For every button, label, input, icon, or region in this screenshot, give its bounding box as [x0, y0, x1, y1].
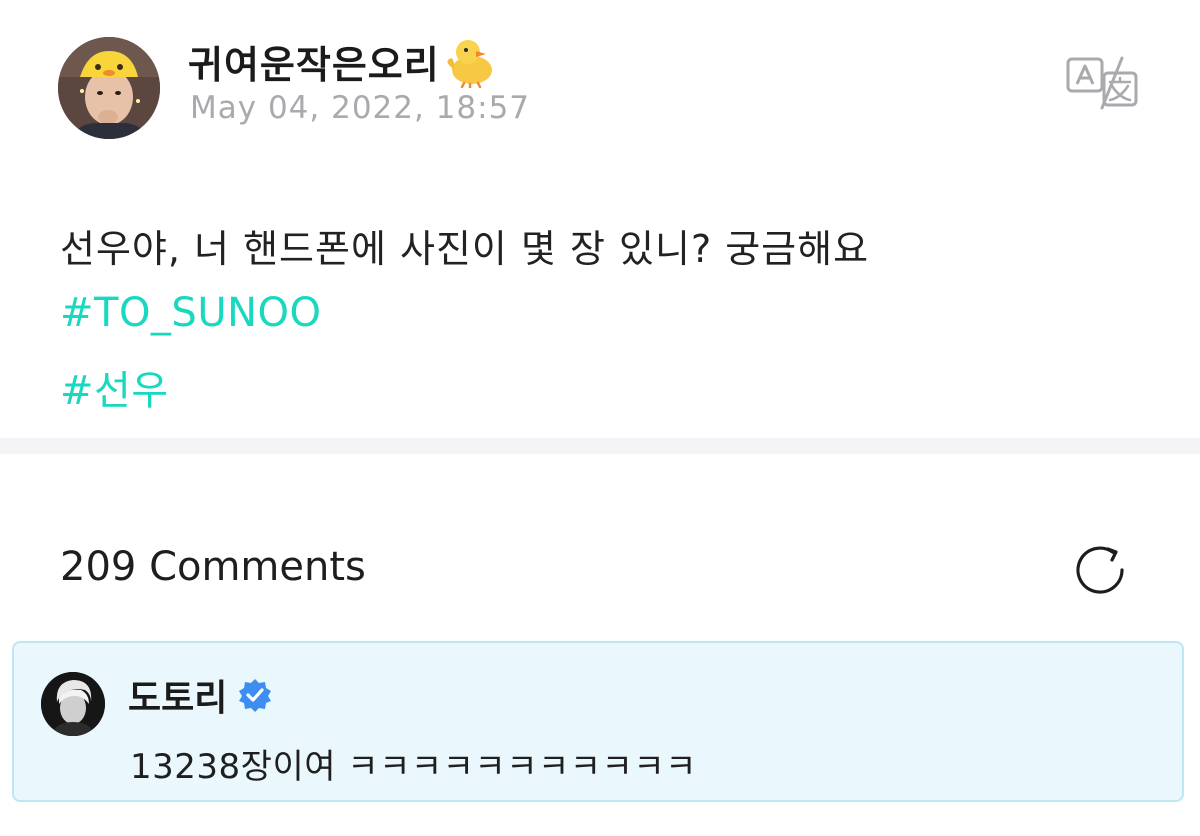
- refresh-icon: [1076, 546, 1124, 594]
- author-name[interactable]: 귀여운작은오리: [188, 34, 498, 89]
- comment-avatar[interactable]: [41, 672, 105, 736]
- translate-icon: [1066, 56, 1138, 110]
- comment-text: 13238장이여 ㅋㅋㅋㅋㅋㅋㅋㅋㅋㅋㅋ: [130, 747, 697, 787]
- hashtag-link[interactable]: #선우: [60, 358, 169, 416]
- author-name-text: 귀여운작은오리: [188, 43, 440, 87]
- section-divider: [0, 438, 1200, 454]
- baby-chick-icon: [442, 36, 498, 89]
- comment-author-text: 도토리: [128, 678, 228, 719]
- comments-count: 209 Comments: [60, 544, 366, 590]
- author-avatar[interactable]: [58, 37, 160, 139]
- refresh-button[interactable]: [1072, 540, 1132, 600]
- post-body-text: 선우야, 너 핸드폰에 사진이 몇 장 있니? 궁금해요: [60, 227, 870, 271]
- translate-button[interactable]: [1064, 56, 1140, 110]
- hashtag-link[interactable]: #TO_SUNOO: [60, 290, 322, 336]
- verified-badge-icon: [237, 677, 273, 713]
- comment-author[interactable]: 도토리: [128, 669, 273, 721]
- highlighted-comment[interactable]: 도토리 13238장이여 ㅋㅋㅋㅋㅋㅋㅋㅋㅋㅋㅋ: [12, 641, 1184, 802]
- post-date: May 04, 2022, 18:57: [190, 90, 531, 126]
